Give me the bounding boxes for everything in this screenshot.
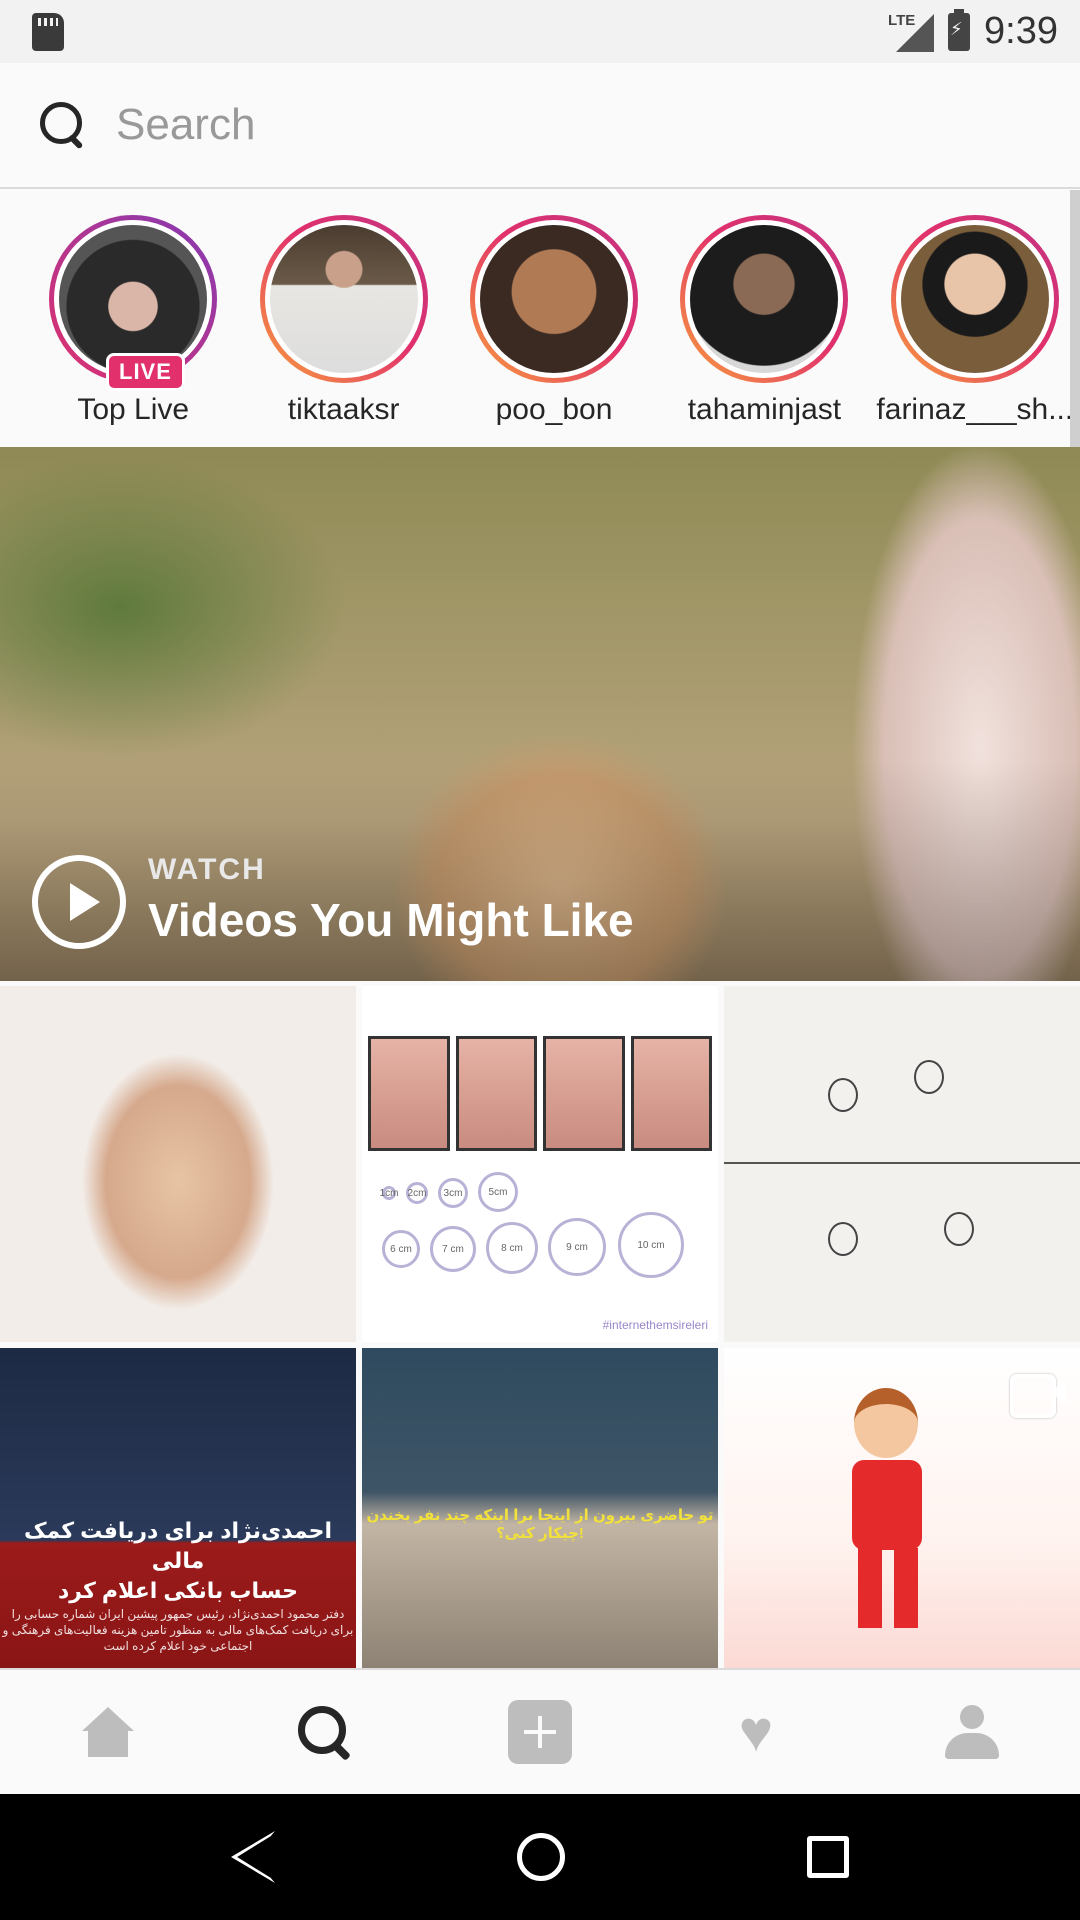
story-tiktaaksr[interactable]: tiktaaksr: [238, 191, 448, 447]
grid-tile[interactable]: [0, 986, 356, 1342]
bottom-navigation: ♥: [0, 1668, 1080, 1794]
story-ring: [259, 215, 428, 383]
size-label: 6 cm: [382, 1230, 420, 1268]
videos-you-might-like-card[interactable]: WATCH Videos You Might Like: [0, 447, 1080, 981]
video-subtitle: تو حاضری بیرون از اینجا برا اینکه چند نف…: [366, 1507, 714, 1542]
search-icon: [38, 100, 88, 150]
watch-label: WATCH: [148, 853, 266, 886]
nav-search[interactable]: [274, 1682, 374, 1782]
stories-tray[interactable]: LIVE Top Live tiktaaksr poo_bon tahaminj…: [0, 191, 1080, 447]
story-top-live[interactable]: LIVE Top Live: [28, 191, 238, 447]
add-icon: [508, 1700, 572, 1764]
story-name: farinaz___sh...: [876, 393, 1074, 426]
search-bar[interactable]: [0, 63, 1080, 189]
story-farinaz[interactable]: farinaz___sh...: [870, 191, 1080, 447]
system-navigation-bar: [0, 1794, 1080, 1920]
status-bar: LTE 9:39: [0, 0, 1080, 63]
cartoon-player: [834, 1388, 944, 1638]
avatar: [690, 225, 839, 373]
story-name: tiktaaksr: [287, 393, 400, 426]
status-indicators: LTE 9:39: [888, 8, 1058, 53]
nav-activity[interactable]: ♥: [706, 1682, 806, 1782]
news-body: دفتر محمود احمدی‌نژاد، رئیس جمهور پیشین …: [2, 1607, 354, 1653]
grid-tile[interactable]: تو حاضری بیرون از اینجا برا اینکه چند نف…: [362, 1348, 718, 1668]
avatar: [59, 225, 208, 373]
home-circle-icon[interactable]: [517, 1833, 565, 1881]
size-label: 8 cm: [486, 1222, 538, 1274]
nav-add[interactable]: [490, 1682, 590, 1782]
heart-icon: ♥: [738, 1699, 774, 1764]
news-headline: احمدی‌نژاد برای دریافت کمک مالی: [23, 1518, 333, 1573]
story-tahaminjast[interactable]: tahaminjast: [659, 191, 869, 447]
size-label: 2cm: [406, 1182, 428, 1204]
play-icon[interactable]: [32, 855, 126, 949]
live-badge: LIVE: [106, 353, 185, 391]
recents-icon[interactable]: [807, 1836, 849, 1878]
size-label: 7 cm: [430, 1226, 476, 1272]
size-label: 1cm: [379, 1186, 399, 1200]
search-icon: [296, 1704, 352, 1760]
search-input[interactable]: [116, 100, 916, 150]
news-caption: احمدی‌نژاد برای دریافت کمک مالی حساب بان…: [0, 1516, 356, 1654]
grid-tile[interactable]: [724, 1348, 1080, 1668]
nav-home[interactable]: [58, 1682, 158, 1782]
avatar: [900, 225, 1049, 373]
story-name: Top Live: [77, 393, 190, 426]
hashtag-watermark: #internethemsireleri: [602, 1318, 708, 1332]
story-name: tahaminjast: [687, 393, 842, 426]
grid-tile[interactable]: احمدی‌نژاد برای دریافت کمک مالی حساب بان…: [0, 1348, 356, 1668]
size-label: 9 cm: [548, 1218, 606, 1276]
sd-card-icon: [32, 12, 64, 51]
story-ring: [890, 215, 1059, 383]
signal-icon: LTE: [888, 12, 935, 52]
grid-tile[interactable]: 1cm 2cm 3cm 5cm 6 cm 7 cm 8 cm 9 cm 10 c…: [362, 986, 718, 1342]
story-poo-bon[interactable]: poo_bon: [449, 191, 659, 447]
video-camera-icon: [1010, 1372, 1066, 1418]
size-label: 5cm: [478, 1172, 518, 1212]
size-label: 3cm: [438, 1178, 468, 1208]
clock: 9:39: [984, 10, 1058, 52]
story-ring: [680, 215, 849, 383]
avatar: [269, 225, 418, 373]
hero-title: Videos You Might Like: [148, 894, 634, 946]
news-headline: حساب بانکی اعلام کرد: [58, 1578, 298, 1603]
story-name: poo_bon: [495, 393, 613, 426]
story-ring: [470, 215, 639, 383]
grid-tile[interactable]: [724, 986, 1080, 1342]
battery-icon: [948, 8, 971, 51]
size-label: 10 cm: [618, 1212, 684, 1278]
home-icon: [82, 1707, 134, 1757]
profile-icon: [945, 1705, 999, 1759]
nav-profile[interactable]: [922, 1682, 1022, 1782]
avatar: [480, 225, 629, 373]
back-icon[interactable]: [231, 1831, 275, 1883]
explore-grid: 1cm 2cm 3cm 5cm 6 cm 7 cm 8 cm 9 cm 10 c…: [0, 986, 1080, 1668]
